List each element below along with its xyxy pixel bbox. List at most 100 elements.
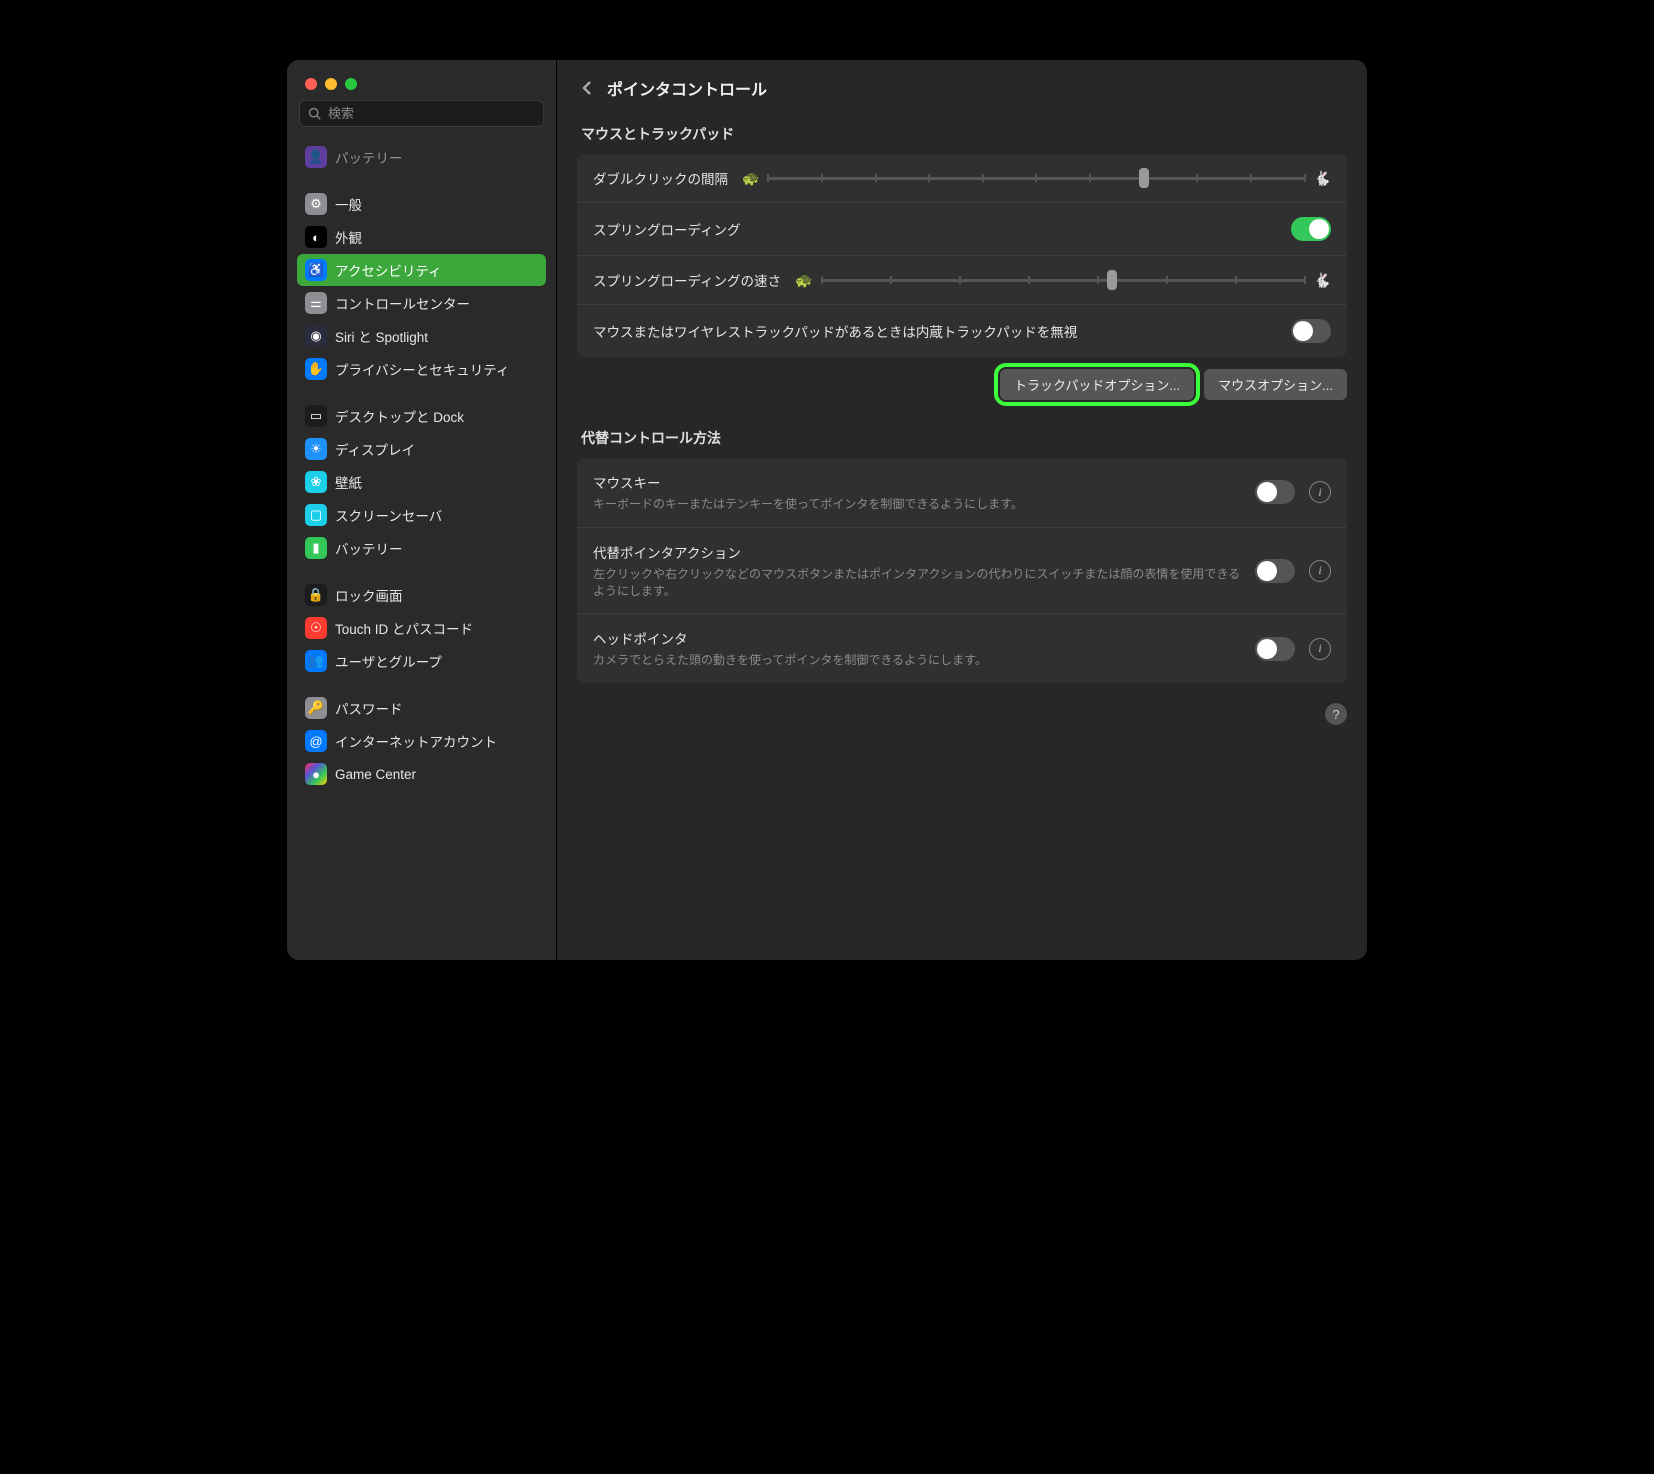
altaction-label: 代替ポインタアクション — [593, 542, 1241, 562]
sidebar-item-icon: @ — [305, 730, 327, 752]
row-spring-speed: スプリングローディングの速さ 🐢 🐇 — [577, 256, 1347, 305]
sidebar-nav: 👤 パッテリー ⚙ 一般 ◐外観♿アクセシビリティ ⚌ コントロールセンター ◉Siri と … — [287, 137, 556, 960]
springload-toggle[interactable] — [1291, 217, 1331, 241]
content-pane: ポインタコントロール マウスとトラックパッド ダブルクリックの間隔 🐢 🐇 — [557, 60, 1367, 960]
mouse-options-button[interactable]: マウスオプション... — [1204, 369, 1347, 400]
sidebar-item-label: デスクトップと Dock — [335, 406, 464, 426]
sidebar-item-icon: ▢ — [305, 504, 327, 526]
back-button[interactable] — [577, 78, 597, 98]
sidebar-item[interactable]: ☀ ディスプレイ — [297, 433, 546, 465]
headpointer-desc: カメラでとらえた頭の動きを使ってポインタを制御できるようにします。 — [593, 652, 1241, 669]
row-head-pointer: ヘッドポインタ カメラでとらえた頭の動きを使ってポインタを制御できるようにします… — [577, 614, 1347, 683]
search-input[interactable] — [299, 100, 544, 127]
springload-label: スプリングローディング — [593, 219, 1277, 239]
turtle-icon: 🐢 — [742, 170, 759, 187]
sidebar-item-icon: ⚙ — [305, 193, 327, 215]
content-body: マウスとトラックパッド ダブルクリックの間隔 🐢 🐇 — [557, 114, 1367, 960]
sidebar-item-icon: ▭ — [305, 405, 327, 427]
sidebar-item-label: 壁紙 — [335, 472, 362, 492]
section-alt-control-label: 代替コントロール方法 — [581, 428, 1343, 448]
sidebar-item-label: スクリーンセーバ — [335, 505, 442, 525]
sidebar-item[interactable]: ● Game Center — [297, 758, 546, 790]
sidebar-item[interactable]: 👤 パッテリー — [297, 141, 546, 173]
page-title: ポインタコントロール — [607, 76, 767, 100]
sidebar-item[interactable]: ⚌ コントロールセンター — [297, 287, 546, 319]
sidebar-item-label: バッテリー — [335, 538, 403, 558]
close-icon[interactable] — [305, 78, 317, 90]
sidebar-item-label: アクセシビリティ — [335, 260, 442, 280]
doubleclick-label: ダブルクリックの間隔 — [593, 168, 728, 188]
sidebar-item-icon: ⚌ — [305, 292, 327, 314]
window-controls — [287, 60, 556, 100]
mousekeys-info-button[interactable]: i — [1309, 481, 1331, 503]
mousekeys-toggle[interactable] — [1255, 480, 1295, 504]
headpointer-label: ヘッドポインタ — [593, 628, 1241, 648]
doubleclick-slider[interactable]: 🐢 🐇 — [742, 168, 1331, 188]
sidebar-item[interactable]: 🔑 パスワード — [297, 692, 546, 724]
sidebar-item-icon: 👥 — [305, 650, 327, 672]
search-field[interactable] — [328, 106, 535, 121]
sidebar-item[interactable]: ♿アクセシビリティ — [297, 254, 546, 286]
springspeed-slider[interactable]: 🐢 🐇 — [795, 270, 1331, 290]
sidebar-item[interactable]: @ インターネットアカウント — [297, 725, 546, 757]
springspeed-label: スプリングローディングの速さ — [593, 270, 781, 290]
sidebar-item-label: パッテリー — [335, 147, 403, 167]
sidebar-item-label: 一般 — [335, 194, 362, 214]
altaction-toggle[interactable] — [1255, 559, 1295, 583]
sidebar-item[interactable]: ▮ バッテリー — [297, 532, 546, 564]
chevron-left-icon — [582, 80, 592, 96]
settings-window: 👤 パッテリー ⚙ 一般 ◐外観♿アクセシビリティ ⚌ コントロールセンター ◉Siri と … — [287, 60, 1367, 960]
row-doubleclick-speed: ダブルクリックの間隔 🐢 🐇 — [577, 154, 1347, 203]
sidebar-item[interactable]: ❀壁紙 — [297, 466, 546, 498]
rabbit-icon: 🐇 — [1314, 170, 1331, 187]
altaction-desc: 左クリックや右クリックなどのマウスボタンまたはポインタアクションの代わりにスイッ… — [593, 566, 1241, 600]
sidebar-item[interactable]: ⚙ 一般 — [297, 188, 546, 220]
sidebar-item-icon: ◐ — [305, 226, 327, 248]
content-header: ポインタコントロール — [557, 60, 1367, 114]
ignore-toggle[interactable] — [1291, 319, 1331, 343]
panel-mouse-trackpad: ダブルクリックの間隔 🐢 🐇 スプリングローディング — [577, 154, 1347, 357]
sidebar-item[interactable]: ▢ スクリーンセーバ — [297, 499, 546, 531]
sidebar-item-label: コントロールセンター — [335, 293, 470, 313]
sidebar-item-label: ディスプレイ — [335, 439, 415, 459]
trackpad-options-button[interactable]: トラックパッドオプション... — [1000, 369, 1194, 400]
fullscreen-icon[interactable] — [345, 78, 357, 90]
sidebar-item[interactable]: ◐外観 — [297, 221, 546, 253]
mousekeys-label: マウスキー — [593, 472, 1241, 492]
sidebar-item-icon: ▮ — [305, 537, 327, 559]
sidebar-item[interactable]: ◉Siri と Spotlight — [297, 320, 546, 352]
sidebar-item[interactable]: 🔒 ロック画面 — [297, 579, 546, 611]
headpointer-info-button[interactable]: i — [1309, 638, 1331, 660]
sidebar-item-label: パスワード — [335, 698, 403, 718]
sidebar-item-icon: ☀ — [305, 438, 327, 460]
sidebar-item[interactable]: 👥 ユーザとグループ — [297, 645, 546, 677]
altaction-info-button[interactable]: i — [1309, 560, 1331, 582]
help-button[interactable]: ? — [1325, 703, 1347, 725]
sidebar: 👤 パッテリー ⚙ 一般 ◐外観♿アクセシビリティ ⚌ コントロールセンター ◉Siri と … — [287, 60, 557, 960]
sidebar-item[interactable]: ☉ Touch ID とパスコード — [297, 612, 546, 644]
row-alt-pointer-action: 代替ポインタアクション 左クリックや右クリックなどのマウスボタンまたはポインタア… — [577, 528, 1347, 615]
sidebar-item-label: Siri と Spotlight — [335, 326, 428, 346]
row-ignore-trackpad: マウスまたはワイヤレストラックパッドがあるときは内蔵トラックパッドを無視 — [577, 305, 1347, 357]
sidebar-item[interactable]: ▭ デスクトップと Dock — [297, 400, 546, 432]
sidebar-item-icon: 🔑 — [305, 697, 327, 719]
sidebar-item-label: ユーザとグループ — [335, 651, 442, 671]
options-buttons-row: トラックパッドオプション... マウスオプション... — [577, 369, 1347, 400]
sidebar-item-label: Game Center — [335, 767, 416, 782]
sidebar-item-label: ロック画面 — [335, 585, 403, 605]
headpointer-toggle[interactable] — [1255, 637, 1295, 661]
sidebar-item-icon: ☉ — [305, 617, 327, 639]
minimize-icon[interactable] — [325, 78, 337, 90]
sidebar-item-label: インターネットアカウント — [335, 731, 497, 751]
sidebar-item-icon: 🔒 — [305, 584, 327, 606]
search-icon — [308, 107, 322, 121]
ignore-label: マウスまたはワイヤレストラックパッドがあるときは内蔵トラックパッドを無視 — [593, 321, 1277, 341]
section-mouse-trackpad-label: マウスとトラックパッド — [581, 124, 1343, 144]
mousekeys-desc: キーボードのキーまたはテンキーを使ってポインタを制御できるようにします。 — [593, 496, 1241, 513]
sidebar-item[interactable]: ✋プライバシーとセキュリティ — [297, 353, 546, 385]
sidebar-item-icon: ● — [305, 763, 327, 785]
row-mouse-keys: マウスキー キーボードのキーまたはテンキーを使ってポインタを制御できるようにしま… — [577, 458, 1347, 528]
sidebar-item-label: Touch ID とパスコード — [335, 618, 473, 638]
sidebar-item-icon: 👤 — [305, 146, 327, 168]
sidebar-item-label: プライバシーとセキュリティ — [335, 359, 509, 379]
